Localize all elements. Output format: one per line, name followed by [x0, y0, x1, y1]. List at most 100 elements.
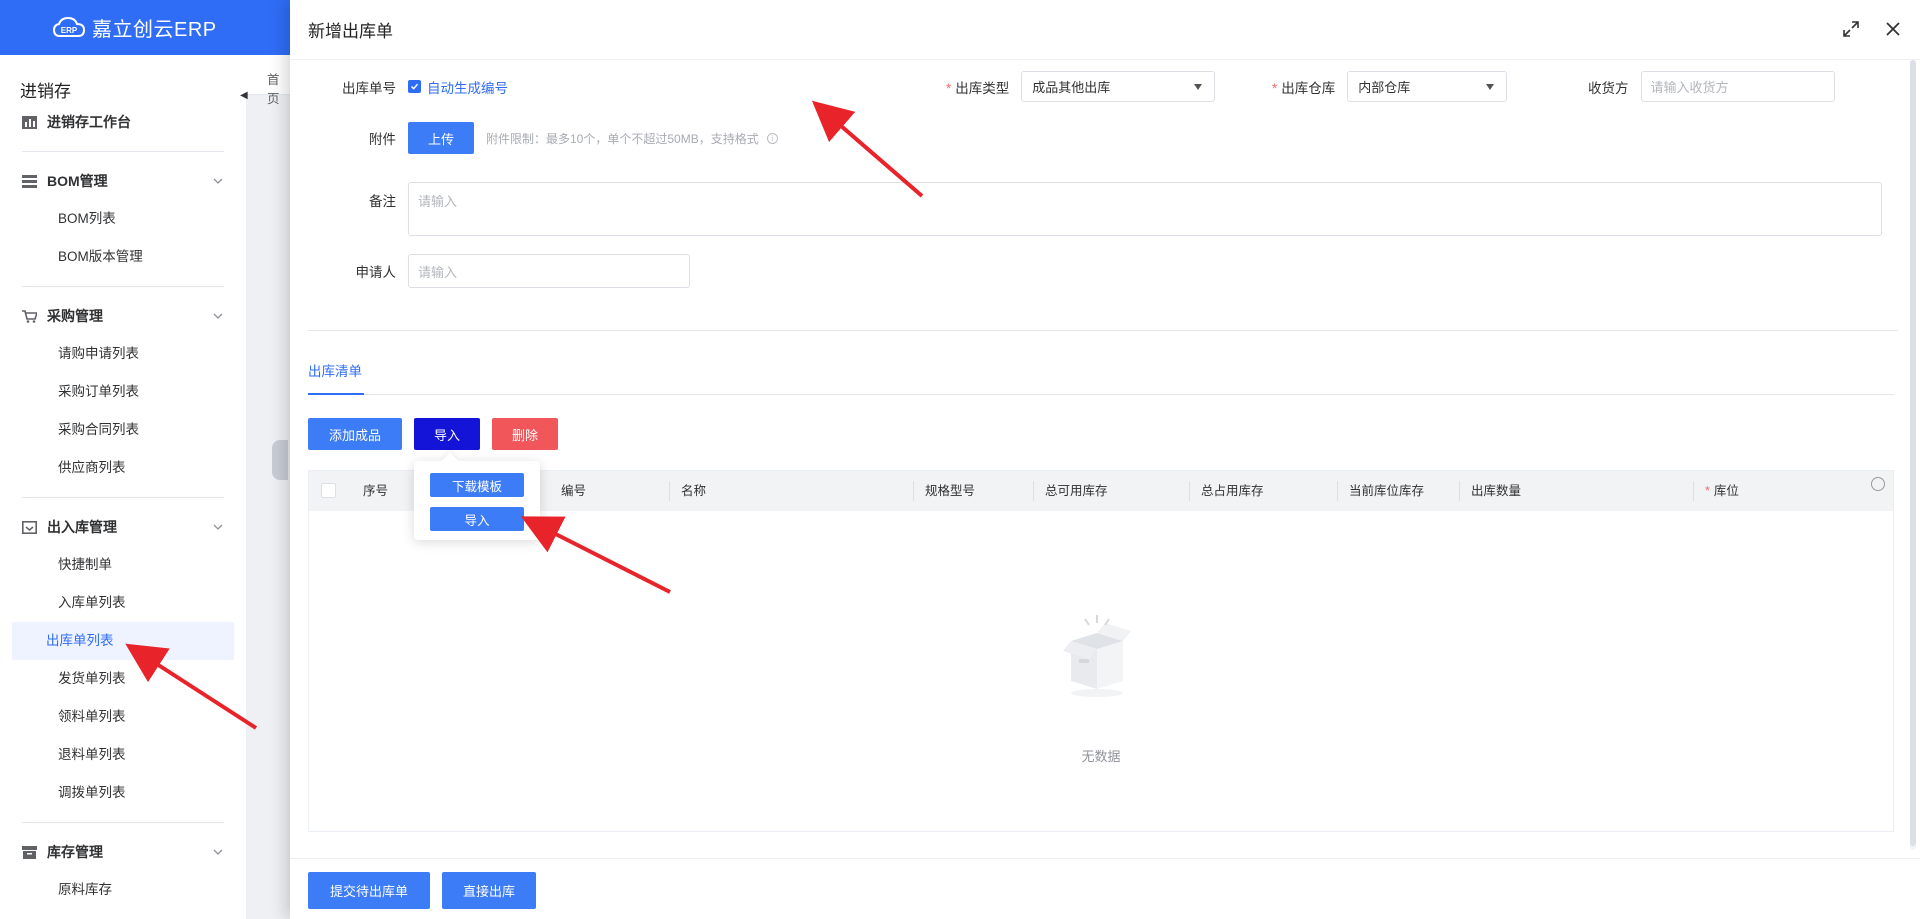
dialog-title: 新增出库单 [308, 22, 393, 41]
nav-group-bom[interactable]: BOM管理 [0, 162, 246, 200]
warehouse-label: * 出库仓库 [1272, 80, 1336, 96]
add-product-button[interactable]: 添加成品 [308, 418, 402, 450]
warehouse-select-value: 内部仓库 [1358, 80, 1411, 95]
submit-pending-button[interactable]: 提交待出库单 [308, 872, 430, 909]
sidebar-item-purchase-contract[interactable]: 采购合同列表 [12, 411, 234, 449]
order-no-label: 出库单号 [342, 80, 396, 96]
type-select[interactable]: 成品其他出库 [1021, 71, 1216, 102]
svg-text:ERP: ERP [61, 26, 78, 35]
column-header: 规格型号 [925, 484, 976, 498]
chevron-down-icon [213, 524, 223, 530]
column-header: 编号 [561, 484, 587, 498]
import-dropdown: 下载模板 导入 [414, 452, 540, 540]
form-divider [308, 330, 1898, 331]
remark-label: 备注 [369, 194, 396, 209]
drawer-handle[interactable] [272, 440, 288, 480]
nav-workbench[interactable]: 进销存工作台 [0, 103, 246, 141]
breadcrumb-home[interactable]: 首页 [267, 69, 290, 107]
info-icon[interactable]: i [766, 132, 778, 144]
delete-button[interactable]: 删除 [492, 418, 558, 450]
nav-group-inout[interactable]: 出入库管理 [0, 508, 246, 546]
import-file-button[interactable]: 导入 [430, 507, 524, 531]
sidebar-item-quick-order[interactable]: 快捷制单 [12, 546, 234, 584]
table-header: 序号 编号 名称 规格型号 总可用库存 总占用库存 当前库位库存 出库数量 * 库… [309, 471, 1893, 511]
sidebar-title: 进销存 [20, 82, 71, 101]
footer-divider [290, 858, 1920, 859]
nav-group-label: 采购管理 [47, 308, 103, 324]
empty-box-icon [1063, 615, 1131, 697]
upload-button[interactable]: 上传 [408, 122, 474, 154]
sidebar-item-purchase-order[interactable]: 采购订单列表 [12, 373, 234, 411]
receiver-input[interactable]: 请输入收货方 [1640, 71, 1835, 102]
column-settings-icon[interactable] [1871, 477, 1885, 491]
new-outbound-dialog: 新增出库单 出库单号 自动生成编号 * 出库类型 成品其他出库 * 出库仓库 内部仓… [290, 0, 1920, 919]
sidebar-item-purchase-request[interactable]: 请购申请列表 [12, 335, 234, 373]
bar-chart-icon [22, 115, 37, 129]
caret-down-icon [1194, 84, 1203, 90]
checkbox-checked-icon [408, 80, 421, 93]
download-template-button[interactable]: 下载模板 [430, 473, 524, 497]
column-header: 出库数量 [1471, 484, 1522, 498]
background-tabbar: 首页 [246, 55, 290, 106]
import-button[interactable]: 导入 [414, 418, 480, 450]
tab-bar-line [308, 394, 1894, 395]
receiver-placeholder: 请输入收货方 [1650, 80, 1729, 95]
sidebar-item-supplier[interactable]: 供应商列表 [12, 449, 234, 487]
nav-group-purchase[interactable]: 采购管理 [0, 297, 246, 335]
background-content [246, 55, 290, 919]
sidebar-item-material-return[interactable]: 退料单列表 [12, 736, 234, 774]
form-row-1: 出库单号 自动生成编号 [340, 71, 508, 102]
sidebar-item-transfer[interactable]: 调拨单列表 [12, 774, 234, 812]
collapse-arrow-icon[interactable]: ◀ [240, 90, 250, 110]
applicant-input[interactable]: 请输入 [408, 254, 690, 288]
receiver-field: 收货方 请输入收货方 [1588, 71, 1835, 102]
sidebar-item-outbound-list[interactable]: 出库单列表 [12, 622, 234, 660]
close-icon[interactable] [1884, 20, 1902, 38]
chevron-down-icon [213, 849, 223, 855]
attachment-label: 附件 [369, 132, 396, 147]
applicant-row: 申请人 请输入 [340, 254, 690, 288]
auto-generate-checkbox[interactable]: 自动生成编号 [408, 77, 508, 97]
warehouse-select[interactable]: 内部仓库 [1347, 71, 1508, 102]
nav-group-label: BOM管理 [47, 173, 108, 189]
scrollbar-thumb[interactable] [1910, 60, 1916, 846]
list-icon [22, 174, 37, 188]
nav-workbench-label: 进销存工作台 [47, 114, 131, 130]
cart-icon [22, 309, 37, 323]
column-header: 序号 [363, 484, 389, 498]
tab-outbound-list[interactable]: 出库清单 [308, 360, 362, 380]
caret-down-icon [1486, 84, 1495, 90]
sidebar-item-bom-list[interactable]: BOM列表 [12, 200, 234, 238]
sidebar-item-shipment-list[interactable]: 发货单列表 [12, 660, 234, 698]
sidebar-item-bom-version[interactable]: BOM版本管理 [12, 238, 234, 276]
sidebar: 进销存 进销存工作台 BOM管理 BOM列表 BOM版本管理 采购管理 请购申请… [0, 55, 246, 919]
chevron-down-icon [213, 178, 223, 184]
sidebar-item-raw-stock[interactable]: 原料库存 [12, 871, 234, 909]
column-header: 名称 [681, 484, 707, 498]
empty-text: 无数据 [1081, 749, 1121, 764]
sidebar-item-inbound-list[interactable]: 入库单列表 [12, 584, 234, 622]
select-all-checkbox[interactable] [321, 483, 336, 498]
nav-divider [22, 497, 224, 498]
direct-outbound-button[interactable]: 直接出库 [442, 872, 536, 909]
attachment-row: 附件 上传 附件限制：最多10个，单个不超过50MB，支持格式 i [340, 122, 778, 154]
nav-group-label: 出入库管理 [47, 519, 117, 535]
column-header: 总占用库存 [1201, 484, 1264, 498]
receiver-label: 收货方 [1588, 80, 1629, 96]
applicant-label: 申请人 [355, 265, 397, 280]
chevron-down-icon [213, 313, 223, 319]
nav-group-inventory[interactable]: 库存管理 [0, 833, 246, 871]
app-logo-text: 嘉立创云ERP [92, 19, 217, 41]
tab-active-indicator [308, 393, 364, 395]
app-logo-bar[interactable]: ERP 嘉立创云ERP [0, 0, 290, 55]
auto-generate-label: 自动生成编号 [427, 80, 508, 96]
remark-textarea[interactable]: 请输入 [408, 182, 1882, 236]
column-header-required: * 库位 [1705, 484, 1739, 498]
sidebar-item-material-pick[interactable]: 领料单列表 [12, 698, 234, 736]
nav-divider [22, 151, 224, 152]
fullscreen-icon[interactable] [1842, 20, 1860, 38]
nav-divider [22, 286, 224, 287]
dialog-header: 新增出库单 [290, 0, 1920, 60]
nav-group-label: 库存管理 [47, 844, 103, 860]
warehouse-field: * 出库仓库 内部仓库 [1272, 71, 1508, 102]
